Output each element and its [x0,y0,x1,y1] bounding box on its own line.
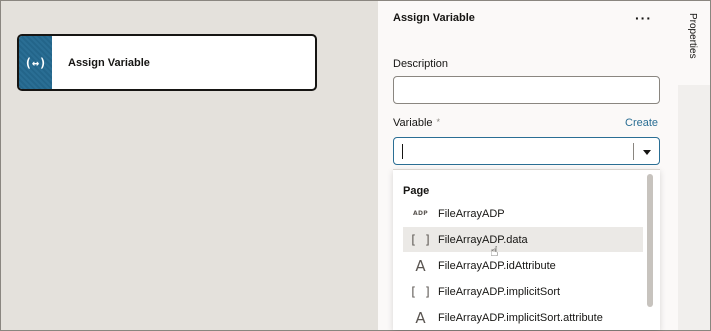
string-icon: A [415,256,426,275]
string-icon: A [415,308,426,327]
assign-variable-icon-glyph: (↔) [24,55,47,70]
required-marker: * [436,117,441,127]
array-icon: [ ] [409,232,432,247]
option-label: FileArrayADP.idAttribute [438,259,556,272]
description-label: Description [393,58,449,70]
text-caret [402,144,403,159]
tab-properties[interactable]: Properties [678,1,710,85]
description-field[interactable] [393,76,660,104]
array-icon: [ ] [409,284,432,299]
option-filearrayadp-implicitsort[interactable]: [ ] FileArrayADP.implicitSort [403,279,643,304]
more-options-icon[interactable]: ··· [635,10,652,26]
hand-pointer-icon: ☝ [490,243,499,259]
create-variable-link[interactable]: Create [625,117,658,129]
option-label: FileArrayADP.data [438,233,528,246]
properties-panel: Assign Variable ··· Description Variable… [378,1,678,330]
variable-dropdown: Page ADP FileArrayADP [ ] FileArrayADP.d… [393,169,660,330]
option-label: FileArrayADP [438,207,505,220]
flow-canvas[interactable]: (↔) Assign Variable [1,1,378,330]
dropdown-group-page: Page [403,185,430,197]
side-tab-strip: Properties [678,1,710,330]
assign-variable-node[interactable]: (↔) Assign Variable [17,34,317,91]
adp-icon: ADP [413,210,428,217]
variable-label: Variable [393,117,433,129]
tab-properties-label: Properties [687,13,698,59]
dropdown-scrollbar[interactable] [647,174,653,307]
node-label: Assign Variable [68,56,150,69]
select-divider [633,143,634,160]
panel-title: Assign Variable [393,12,475,24]
option-label: FileArrayADP.implicitSort [438,285,561,298]
option-label: FileArrayADP.implicitSort.attribute [438,311,603,324]
option-filearrayadp-implicitsort-attribute[interactable]: A FileArrayADP.implicitSort.attribute [403,305,643,330]
chevron-down-icon[interactable] [643,150,651,155]
assign-variable-icon: (↔) [19,36,52,89]
variable-label-row: Variable * [393,117,440,129]
variable-select[interactable] [393,137,660,165]
option-filearrayadp-data[interactable]: [ ] FileArrayADP.data [403,227,643,252]
option-filearrayadp-idattribute[interactable]: A FileArrayADP.idAttribute [403,253,643,278]
option-filearrayadp[interactable]: ADP FileArrayADP [403,201,643,226]
